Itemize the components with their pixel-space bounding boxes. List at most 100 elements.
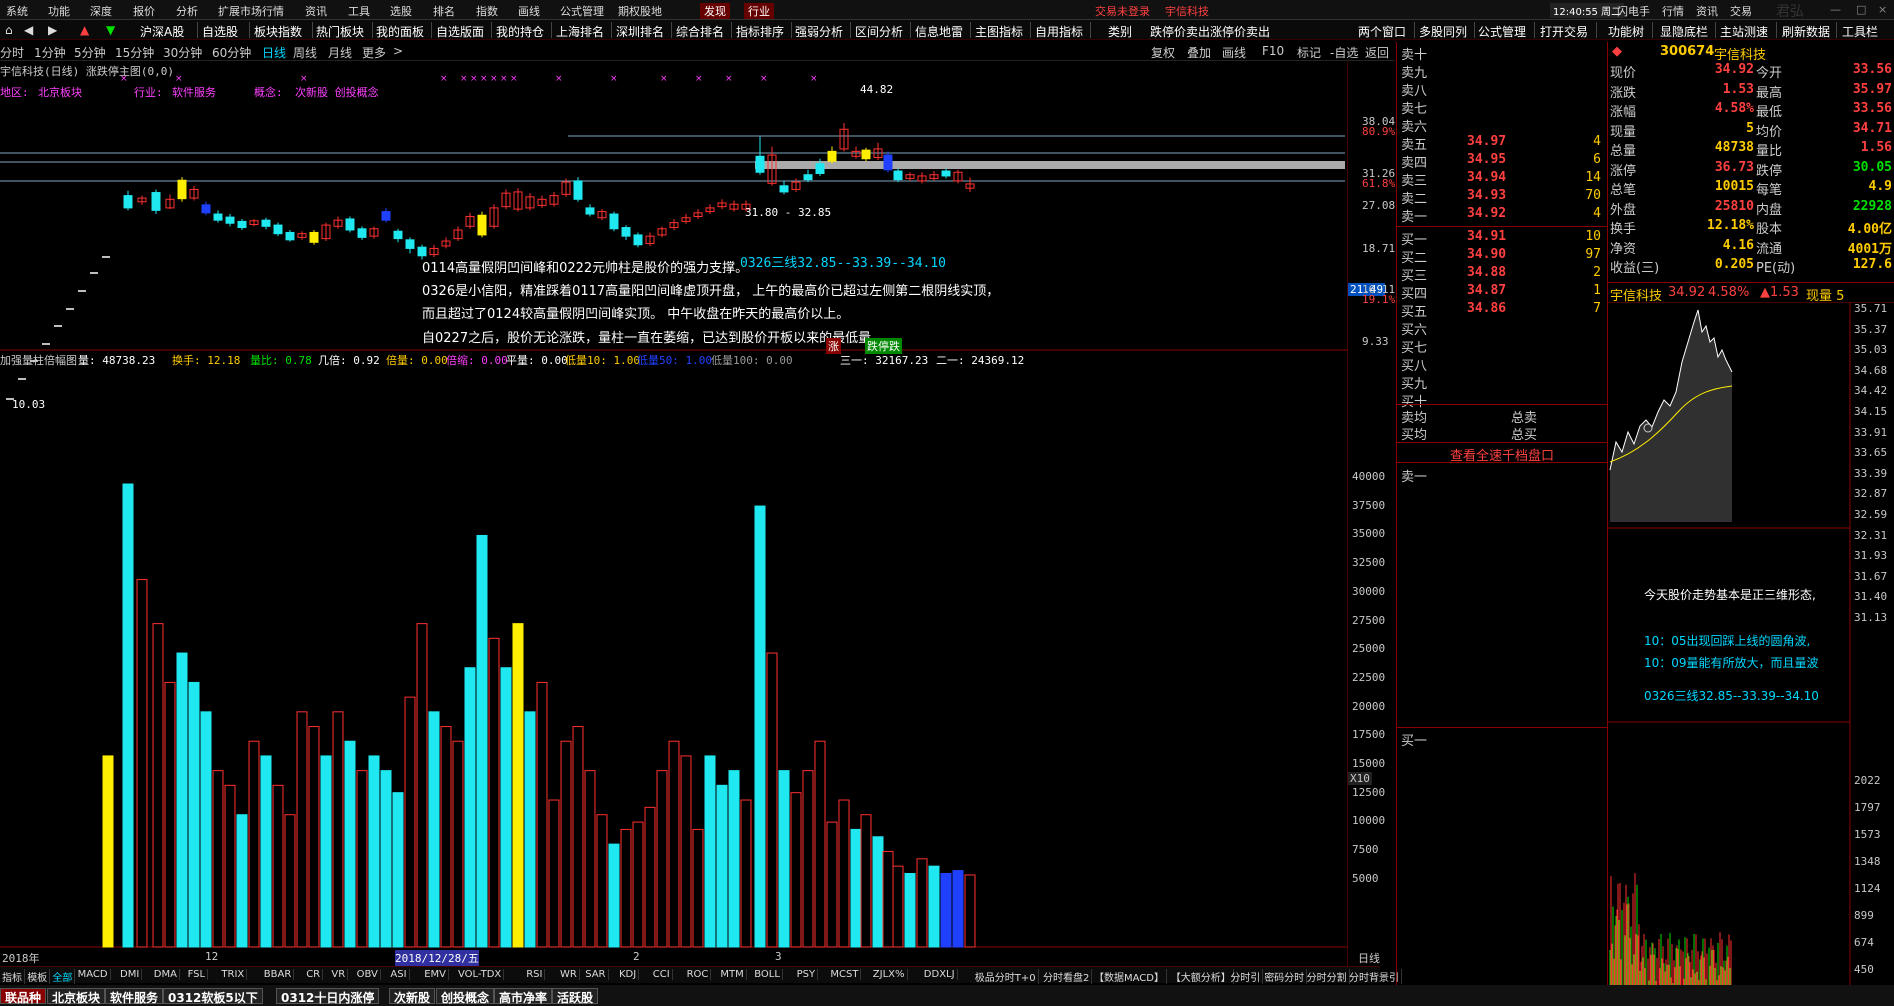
indicator-tab[interactable]: WR	[558, 969, 580, 980]
period-tick[interactable]: 分时	[0, 44, 24, 61]
indicator-tab[interactable]: DDXLJ	[922, 969, 958, 980]
sell-level[interactable]: 卖五 34.97 4	[1401, 134, 1601, 153]
indicator-tab[interactable]: BOLL	[752, 969, 783, 980]
sector-tab[interactable]: 高市净率	[494, 988, 553, 1005]
tb-own-ind[interactable]: 自用指标	[1035, 23, 1083, 40]
menu-analysis[interactable]: 分析	[176, 3, 198, 19]
buy-level[interactable]: 买五 34.86 7	[1401, 301, 1601, 320]
indicator-tab[interactable]: ZJLX%	[871, 969, 908, 980]
indicator-tab[interactable]: ASI	[388, 969, 410, 980]
buy-level[interactable]: 买八	[1401, 355, 1601, 374]
menu-news[interactable]: 资讯	[1696, 3, 1718, 19]
indicator-tab[interactable]: PSY	[795, 969, 819, 980]
menu-ext-market[interactable]: 扩展市场行情	[218, 3, 284, 19]
sell-level[interactable]: 卖四 34.95 6	[1401, 152, 1601, 171]
menu-system[interactable]: 系统	[6, 3, 28, 19]
tb-formula-mgr[interactable]: 公式管理	[1478, 23, 1526, 40]
indicator-tab[interactable]: 全部	[50, 969, 76, 984]
buy-level[interactable]: 买六	[1401, 319, 1601, 338]
indicator-tab[interactable]: 模板	[25, 969, 51, 984]
menu-industry[interactable]: 行业	[744, 3, 774, 19]
sector-tab[interactable]: 北京板块	[47, 988, 106, 1005]
tb-sh-rank[interactable]: 上海排名	[556, 23, 604, 40]
tb-func-tree[interactable]: 功能树	[1608, 23, 1644, 40]
tb-open-trade[interactable]: 打开交易	[1540, 23, 1588, 40]
tb-indicator-sort[interactable]: 指标排序	[736, 23, 784, 40]
tb-custom-layout[interactable]: 自选版面	[436, 23, 484, 40]
indicator-tab[interactable]: EMV	[422, 969, 449, 980]
tb-limit-sell[interactable]: 跌停价卖出涨停价卖出	[1150, 23, 1270, 40]
sector-tab[interactable]: 0312软板5以下	[163, 988, 263, 1005]
indicator-tab[interactable]: 极品分时T+0	[973, 969, 1039, 984]
forward-icon[interactable]: ▶	[48, 23, 57, 37]
home-icon[interactable]: ⌂	[5, 23, 13, 37]
indicator-tab[interactable]: 密码分时	[1262, 969, 1308, 984]
tb-sz-rank[interactable]: 深圳排名	[616, 23, 664, 40]
indicator-tab[interactable]: 分时分割	[1305, 969, 1350, 984]
indicator-tab[interactable]: TRIX	[219, 969, 248, 980]
indicator-tab[interactable]: ROC	[685, 969, 712, 980]
period-5m[interactable]: 5分钟	[74, 44, 106, 61]
indicator-tab[interactable]: MCST	[828, 969, 862, 980]
indicator-tab[interactable]: 【大额分析】	[1169, 969, 1234, 984]
menu-options[interactable]: 期权股地	[618, 3, 662, 19]
tb-hot-sector[interactable]: 热门板块	[316, 23, 364, 40]
indicator-tab[interactable]: DMA	[152, 969, 180, 980]
indicator-tab[interactable]: FSL	[186, 969, 209, 980]
sell-level[interactable]: 卖十	[1401, 44, 1601, 63]
tb-refresh[interactable]: 刷新数据	[1782, 23, 1830, 40]
sell-level[interactable]: 卖六	[1401, 116, 1601, 135]
indicator-tab[interactable]: MACD	[76, 969, 111, 980]
sell-level[interactable]: 卖九	[1401, 62, 1601, 81]
menu-ranking[interactable]: 排名	[433, 3, 455, 19]
menu-formula[interactable]: 公式管理	[560, 3, 604, 19]
tb-info-mine[interactable]: 信息地雷	[915, 23, 963, 40]
intraday-chart[interactable]	[1608, 302, 1894, 1002]
buy-level[interactable]: 买四 34.87 1	[1401, 283, 1601, 302]
sector-tab[interactable]: 创投概念	[436, 988, 495, 1005]
indicator-tab[interactable]: 分时看盘2	[1041, 969, 1093, 984]
kline-chart[interactable]: × × × × × × × × × × × × × × × × × 宇信科技(日线) 涨跌停主图(0,0) 地区…	[0, 61, 1395, 966]
restore-icon[interactable]: □	[1856, 3, 1866, 16]
btn-restore-rights[interactable]: 复权	[1151, 44, 1175, 61]
full-depth-button[interactable]: 查看全速千档盘口	[1397, 442, 1607, 464]
period-daily[interactable]: 日线	[262, 44, 286, 61]
tb-watchlist[interactable]: 自选股	[202, 23, 238, 40]
period-15m[interactable]: 15分钟	[115, 44, 154, 61]
menu-draw[interactable]: 画线	[518, 3, 540, 19]
indicator-tab[interactable]: RSI	[524, 969, 546, 980]
tb-hs-a[interactable]: 沪深A股	[140, 23, 184, 40]
chart-canvas[interactable]: × × × × × × × × × × × × × × × × ×	[0, 61, 1348, 966]
indicator-tab[interactable]: 分时背景引	[1347, 969, 1402, 984]
menu-screener[interactable]: 选股	[390, 3, 412, 19]
btn-f10[interactable]: F10	[1262, 44, 1284, 58]
period-60m[interactable]: 60分钟	[212, 44, 251, 61]
btn-remove-watch[interactable]: -自选	[1330, 44, 1358, 61]
menu-quote[interactable]: 报价	[133, 3, 155, 19]
btn-overlay[interactable]: 叠加	[1187, 44, 1211, 61]
sector-tab[interactable]: 软件服务	[105, 988, 164, 1005]
indicator-tab[interactable]: CCI	[651, 969, 673, 980]
indicator-tab[interactable]: BBAR	[262, 969, 295, 980]
btn-back[interactable]: 返回	[1365, 44, 1389, 61]
menu-discover[interactable]: 发现	[700, 3, 730, 19]
buy-level[interactable]: 买九	[1401, 373, 1601, 392]
indicator-tab[interactable]: VR	[329, 969, 349, 980]
minimize-icon[interactable]: —	[1830, 3, 1841, 16]
sell-level[interactable]: 卖三 34.94 14	[1401, 170, 1601, 189]
indicator-tab[interactable]: 分时引	[1228, 969, 1264, 984]
tb-combo-rank[interactable]: 综合排名	[676, 23, 724, 40]
indicator-tab[interactable]: CR	[304, 969, 324, 980]
menu-index[interactable]: 指数	[476, 3, 498, 19]
sell-level[interactable]: 卖七	[1401, 98, 1601, 117]
tb-toggle-bottom[interactable]: 显隐底栏	[1660, 23, 1708, 40]
buy-level[interactable]: 买三 34.88 2	[1401, 265, 1601, 284]
indicator-tab[interactable]: SAR	[583, 969, 609, 980]
sector-tab[interactable]: 联品种	[0, 988, 47, 1005]
sell-level[interactable]: 卖一 34.92 4	[1401, 206, 1601, 225]
indicator-tab[interactable]: VOL-TDX	[456, 969, 505, 980]
buy-level[interactable]: 买七	[1401, 337, 1601, 356]
up-arrow-icon[interactable]: ▲	[80, 23, 89, 37]
period-more[interactable]: 更多	[362, 44, 386, 61]
menu-depth[interactable]: 深度	[90, 3, 112, 19]
